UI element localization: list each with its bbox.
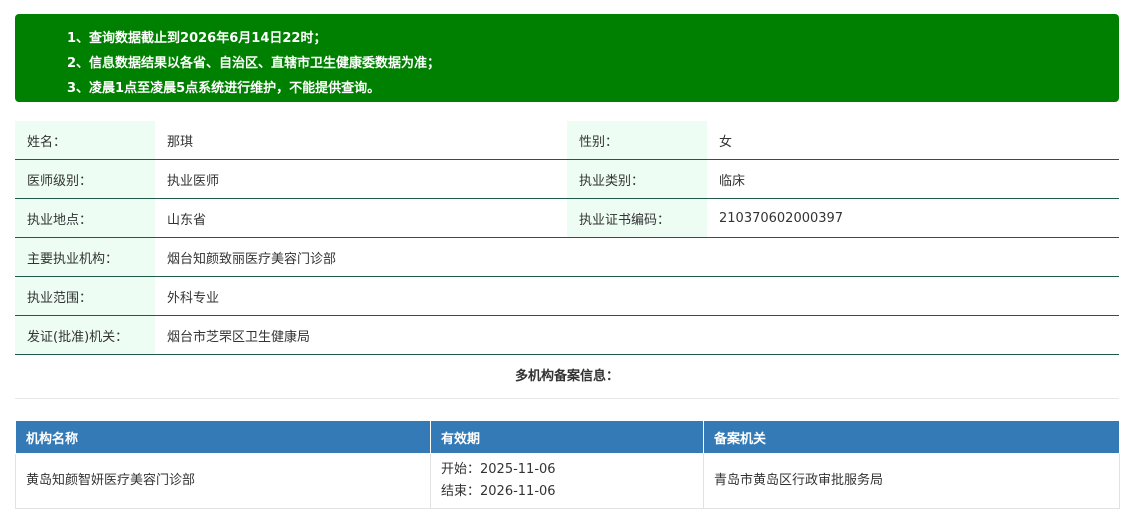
records-header-row: 机构名称 有效期 备案机关 (15, 420, 1120, 454)
notice-banner: 1、查询数据截止到2026年6月14日22时； 2、信息数据结果以各省、自治区、… (15, 14, 1119, 102)
category-label: 执业类别： (567, 159, 707, 199)
info-row: 主要执业机构： 烟台知颜致丽医疗美容门诊部 (15, 237, 1119, 277)
institution-label: 主要执业机构： (15, 237, 155, 277)
gender-label: 性别： (567, 121, 707, 160)
record-institution: 黄岛知颜智妍医疗美容门诊部 (15, 453, 431, 509)
table-row: 黄岛知颜智妍医疗美容门诊部 开始：2025-11-06 结束：2026-11-0… (15, 453, 1120, 509)
scope-value: 外科专业 (155, 276, 1119, 316)
notice-item: 3、凌晨1点至凌晨5点系统进行维护，不能提供查询。 (67, 81, 381, 96)
doctor-info-table: 姓名： 那琪 性别： 女 医师级别： 执业医师 执业类别： 临床 执业地点： 山… (15, 121, 1119, 355)
scope-label: 执业范围： (15, 276, 155, 316)
col-header-authority: 备案机关 (703, 420, 1120, 454)
gender-value: 女 (707, 121, 1119, 160)
record-validity: 开始：2025-11-06 结束：2026-11-06 (430, 453, 704, 509)
name-label: 姓名： (15, 121, 155, 160)
cert-label: 执业证书编码： (567, 198, 707, 238)
level-value: 执业医师 (155, 159, 567, 199)
location-value: 山东省 (155, 198, 567, 238)
cert-value: 210370602000397 (707, 198, 1119, 238)
info-row: 发证(批准)机关： 烟台市芝罘区卫生健康局 (15, 315, 1119, 355)
authority-label: 发证(批准)机关： (15, 315, 155, 355)
notice-item: 2、信息数据结果以各省、自治区、直辖市卫生健康委数据为准； (67, 56, 441, 71)
multi-institution-title: 多机构备案信息： (15, 356, 1119, 399)
record-authority: 青岛市黄岛区行政审批服务局 (703, 453, 1120, 509)
records-table: 机构名称 有效期 备案机关 黄岛知颜智妍医疗美容门诊部 开始：2025-11-0… (15, 420, 1120, 509)
record-end: 结束：2026-11-06 (441, 484, 556, 499)
authority-value: 烟台市芝罘区卫生健康局 (155, 315, 1119, 355)
info-row: 医师级别： 执业医师 执业类别： 临床 (15, 159, 1119, 199)
info-row: 执业地点： 山东省 执业证书编码： 210370602000397 (15, 198, 1119, 238)
notice-item: 1、查询数据截止到2026年6月14日22时； (67, 31, 327, 46)
level-label: 医师级别： (15, 159, 155, 199)
category-value: 临床 (707, 159, 1119, 199)
info-row: 执业范围： 外科专业 (15, 276, 1119, 316)
location-label: 执业地点： (15, 198, 155, 238)
name-value: 那琪 (155, 121, 567, 160)
info-row: 姓名： 那琪 性别： 女 (15, 121, 1119, 160)
record-start: 开始：2025-11-06 (441, 462, 556, 477)
col-header-institution: 机构名称 (15, 420, 431, 454)
col-header-validity: 有效期 (430, 420, 704, 454)
institution-value: 烟台知颜致丽医疗美容门诊部 (155, 237, 1119, 277)
